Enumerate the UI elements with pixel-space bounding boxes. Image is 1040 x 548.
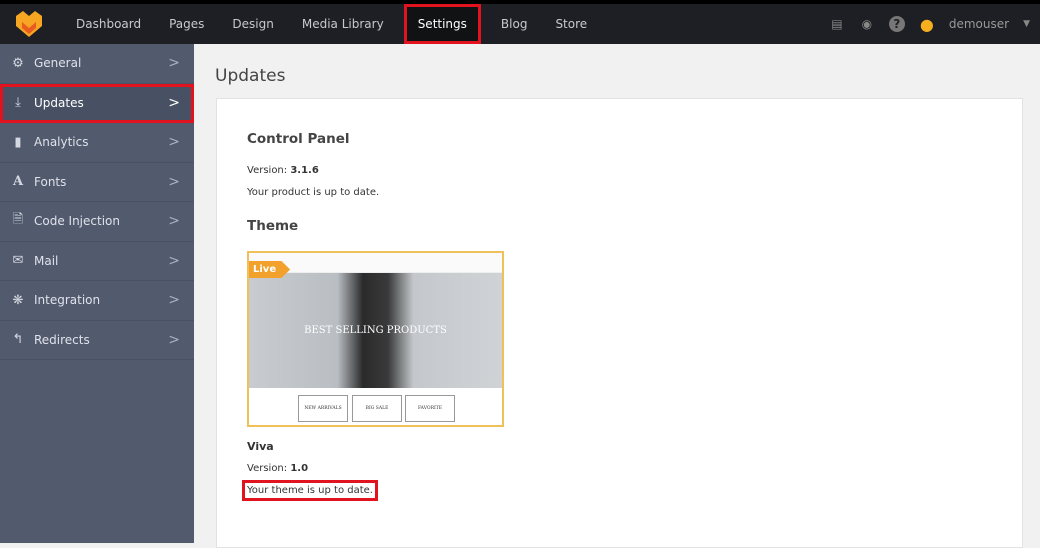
gears-icon: ⚙ xyxy=(12,55,24,71)
sidebar-item-code-injection[interactable]: 🗎 Code Injection > xyxy=(0,202,194,242)
version-value: 3.1.6 xyxy=(290,165,319,176)
top-bar: Dashboard Pages Design Media Library Set… xyxy=(0,0,1040,44)
version-label: Version: xyxy=(247,463,288,474)
sidebar-item-redirects[interactable]: ↰ Redirects > xyxy=(0,321,194,360)
version-value: 1.0 xyxy=(290,463,309,474)
chat-icon[interactable]: ● xyxy=(919,15,935,34)
thumb-button: NEW ARRIVALS xyxy=(298,395,348,422)
updates-card: Control Panel Version: 3.1.6 Your produc… xyxy=(216,98,1023,548)
envelope-icon: ✉ xyxy=(12,253,24,269)
chevron-right-icon: > xyxy=(168,331,180,348)
thumb-button: FAVORITE xyxy=(405,395,455,422)
book-icon[interactable]: ▤ xyxy=(829,16,845,32)
sidebar-item-general[interactable]: ⚙ General > xyxy=(0,44,194,84)
control-panel-heading: Control Panel xyxy=(247,131,350,147)
theme-status: Your theme is up to date. xyxy=(242,480,378,501)
sidebar-item-label: Fonts xyxy=(34,174,67,189)
chevron-right-icon: > xyxy=(168,94,180,111)
control-panel-status: Your product is up to date. xyxy=(247,187,380,198)
help-icon[interactable]: ? xyxy=(888,16,905,32)
nav-settings[interactable]: Settings xyxy=(403,4,481,44)
theme-name: Viva xyxy=(247,440,274,453)
logo-icon[interactable] xyxy=(14,10,44,38)
nav-store[interactable]: Store xyxy=(541,4,601,44)
chevron-right-icon: > xyxy=(168,173,180,190)
sidebar-item-fonts[interactable]: A Fonts > xyxy=(0,163,194,202)
sidebar-item-label: Redirects xyxy=(34,332,90,347)
thumbnail-hero: BEST SELLING PRODUCTS xyxy=(249,273,502,388)
chevron-right-icon: > xyxy=(168,292,180,309)
sidebar-item-mail[interactable]: ✉ Mail > xyxy=(0,242,194,281)
user-menu[interactable]: demouser xyxy=(949,17,1009,31)
page-title: Updates xyxy=(215,66,286,86)
chevron-right-icon: > xyxy=(168,55,180,72)
main-nav: Dashboard Pages Design Media Library Set… xyxy=(62,4,601,44)
control-panel-version: Version: 3.1.6 xyxy=(247,165,319,176)
chevron-right-icon: > xyxy=(168,134,180,151)
sidebar-item-label: Mail xyxy=(34,253,59,268)
settings-sidebar: ⚙ General > ⤓ Updates > ▮ Analytics > A Fonts > … xyxy=(0,44,194,543)
sidebar-item-label: Analytics xyxy=(34,135,89,150)
bar-chart-icon: ▮ xyxy=(14,134,22,150)
version-label: Version: xyxy=(247,165,288,176)
chevron-right-icon: > xyxy=(168,252,180,269)
sidebar-item-analytics[interactable]: ▮ Analytics > xyxy=(0,123,194,163)
thumb-button: BIG SALE xyxy=(352,395,402,422)
nav-pages[interactable]: Pages xyxy=(155,4,218,44)
download-icon: ⤓ xyxy=(15,95,21,111)
live-badge: Live xyxy=(249,261,291,278)
theme-thumbnail[interactable]: BEST SELLING PRODUCTS Live NEW ARRIVALS … xyxy=(247,251,504,427)
hero-text: BEST SELLING PRODUCTS xyxy=(304,325,447,336)
code-file-icon: 🗎 xyxy=(12,212,24,228)
sidebar-item-label: Updates xyxy=(34,95,84,110)
chevron-down-icon[interactable]: ▼ xyxy=(1023,19,1030,29)
font-icon: A xyxy=(12,174,24,190)
nav-media-library[interactable]: Media Library xyxy=(288,4,398,44)
chevron-right-icon: > xyxy=(168,213,180,230)
nav-dashboard[interactable]: Dashboard xyxy=(62,4,155,44)
theme-heading: Theme xyxy=(247,218,299,234)
sidebar-item-label: Integration xyxy=(34,293,101,308)
eye-icon[interactable]: ◉ xyxy=(859,16,875,32)
sidebar-item-label: Code Injection xyxy=(34,214,120,229)
nav-blog[interactable]: Blog xyxy=(487,4,542,44)
nav-design[interactable]: Design xyxy=(218,4,287,44)
redirect-icon: ↰ xyxy=(12,332,24,348)
sidebar-item-label: General xyxy=(34,56,82,71)
integration-icon: ❋ xyxy=(12,292,24,308)
theme-version: Version: 1.0 xyxy=(247,463,308,474)
sidebar-item-integration[interactable]: ❋ Integration > xyxy=(0,281,194,321)
sidebar-item-updates[interactable]: ⤓ Updates > xyxy=(0,83,194,123)
